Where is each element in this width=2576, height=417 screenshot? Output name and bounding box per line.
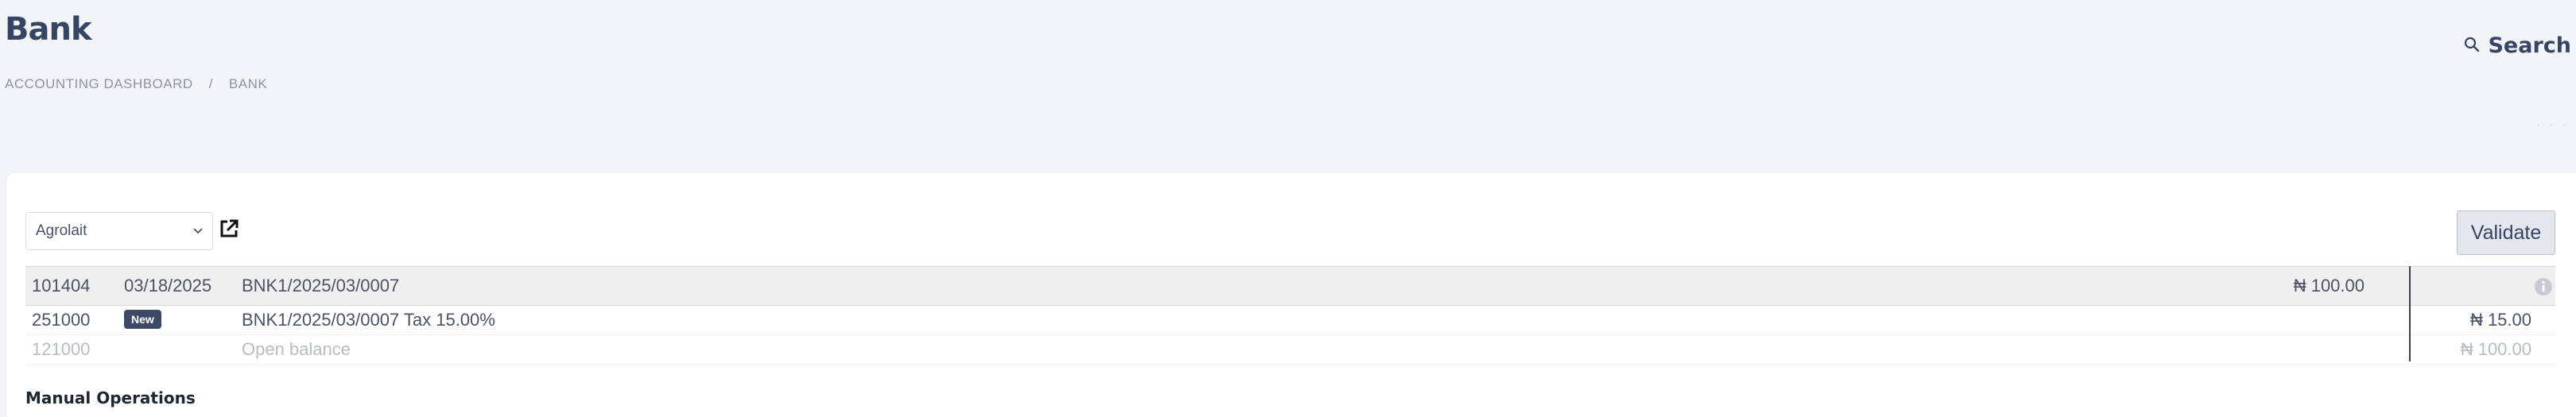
table-row[interactable]: 101404 03/18/2025 BNK1/2025/03/0007 ₦ 10…: [25, 266, 2555, 306]
reconciliation-card: Agrolait Validate 101404 03/18/2025 BNK1…: [6, 173, 2576, 417]
search-icon: [2464, 33, 2480, 58]
line-label: BNK1/2025/03/0007: [242, 276, 400, 295]
search-button[interactable]: Search: [2464, 33, 2571, 58]
partner-select-value: Agrolait: [36, 222, 87, 239]
validate-button[interactable]: Validate: [2457, 210, 2555, 255]
info-icon[interactable]: [2533, 276, 2554, 302]
breadcrumb-separator: /: [208, 76, 213, 91]
credit-amount: ₦ 100.00: [2460, 339, 2531, 359]
account-code: 101404: [32, 276, 91, 295]
debit-credit-divider: [2409, 266, 2411, 361]
breadcrumb-item-bank: BANK: [228, 76, 268, 91]
search-label: Search: [2488, 33, 2571, 58]
breadcrumb-item-accounting-dashboard[interactable]: ACCOUNTING DASHBOARD: [5, 76, 193, 92]
partner-select[interactable]: Agrolait: [25, 212, 213, 250]
line-label: BNK1/2025/03/0007 Tax 15.00%: [242, 310, 495, 330]
table-row[interactable]: 121000 Open balance ₦ 100.00: [25, 335, 2555, 365]
new-badge: New: [124, 310, 161, 329]
credit-amount: ₦ 15.00: [2469, 310, 2531, 330]
reconciliation-lines: 101404 03/18/2025 BNK1/2025/03/0007 ₦ 10…: [25, 266, 2555, 365]
chevron-down-icon: [190, 222, 206, 243]
account-code: 121000: [32, 339, 91, 359]
breadcrumb: ACCOUNTING DASHBOARD / BANK: [5, 76, 267, 92]
manual-operations-title[interactable]: Manual Operations: [25, 388, 196, 407]
line-date: 03/18/2025: [124, 276, 212, 295]
decorative-dots: · · ·: [2536, 118, 2570, 130]
debit-amount: ₦ 100.00: [2293, 276, 2365, 295]
account-code: 251000: [32, 310, 91, 330]
external-link-icon[interactable]: [218, 218, 240, 244]
table-row[interactable]: 251000 New BNK1/2025/03/0007 Tax 15.00% …: [25, 306, 2555, 335]
line-label: Open balance: [242, 339, 351, 359]
page-title: Bank: [5, 11, 92, 48]
